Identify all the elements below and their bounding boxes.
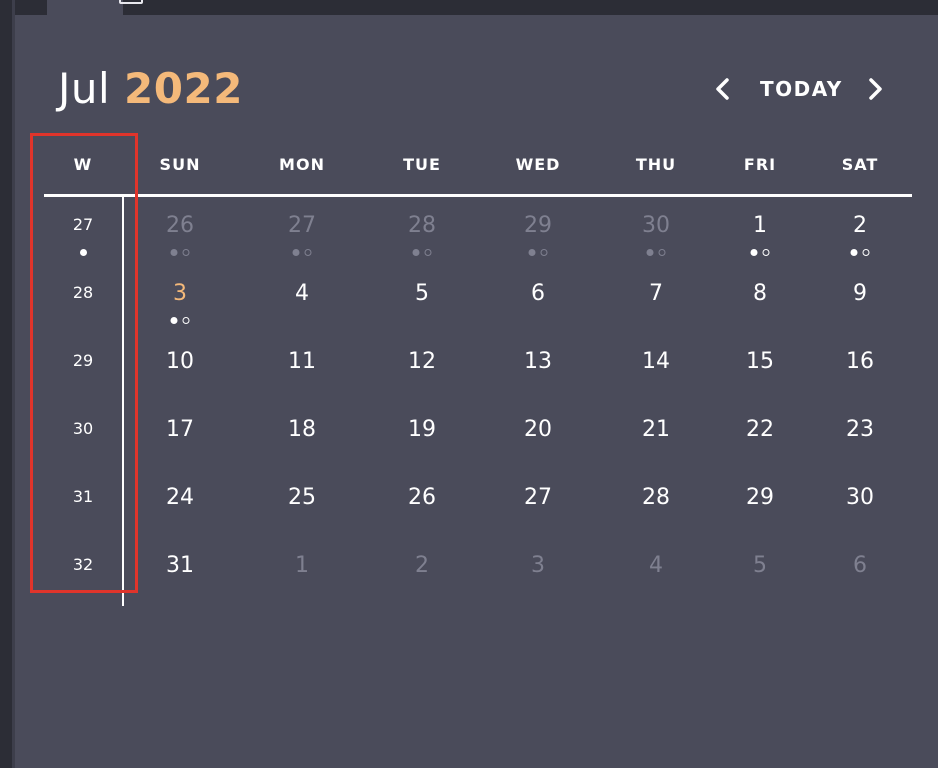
header-wed: WED	[515, 155, 561, 174]
calendar-icon	[119, 0, 143, 4]
day-cell[interactable]: 2	[853, 212, 867, 240]
day-cell-adjacent-month[interactable]: 27	[288, 212, 316, 240]
day-cell[interactable]: 29	[746, 484, 774, 512]
event-indicator	[170, 249, 190, 256]
day-cell[interactable]: 13	[524, 348, 552, 376]
event-indicator	[528, 249, 548, 256]
day-cell[interactable]: 5	[415, 280, 429, 308]
day-cell[interactable]: 23	[846, 416, 874, 444]
day-cell[interactable]: 1	[753, 212, 767, 240]
event-dot-hollow	[762, 249, 770, 256]
day-cell[interactable]: 26	[408, 484, 436, 512]
day-cell-adjacent-month[interactable]: 5	[753, 552, 767, 580]
day-cell[interactable]: 27	[524, 484, 552, 512]
sidebar-edge	[0, 0, 12, 768]
event-dot-filled	[528, 249, 536, 256]
header-divider	[44, 194, 912, 197]
day-cell-adjacent-month[interactable]: 28	[408, 212, 436, 240]
event-indicator	[750, 249, 770, 256]
day-cell-adjacent-month[interactable]: 4	[649, 552, 663, 580]
day-cell[interactable]: 20	[524, 416, 552, 444]
day-cell[interactable]: 11	[288, 348, 316, 376]
calendar-tab[interactable]	[47, 0, 143, 16]
event-dot-filled	[170, 317, 178, 324]
day-cell[interactable]: 8	[753, 280, 767, 308]
header-mon: MON	[279, 155, 325, 174]
day-cell[interactable]: 4	[295, 280, 309, 308]
day-cell[interactable]: 12	[408, 348, 436, 376]
event-dot-filled	[750, 249, 758, 256]
day-cell[interactable]: 30	[846, 484, 874, 512]
header-sun: SUN	[159, 155, 201, 174]
day-cell[interactable]: 16	[846, 348, 874, 376]
month-label: Jul	[58, 64, 111, 113]
event-dot-hollow	[862, 249, 870, 256]
header-fri: FRI	[743, 155, 777, 174]
event-dot-hollow	[424, 249, 432, 256]
day-cell[interactable]: 19	[408, 416, 436, 444]
month-year-title: Jul 2022	[58, 60, 243, 118]
header-thu: THU	[635, 155, 677, 174]
day-cell-adjacent-month[interactable]: 2	[415, 552, 429, 580]
event-dot-filled	[646, 249, 654, 256]
day-cell[interactable]: 6	[531, 280, 545, 308]
event-dot-hollow	[182, 317, 190, 324]
event-indicator	[850, 249, 870, 256]
event-indicator	[292, 249, 312, 256]
chevron-right-icon	[869, 78, 882, 100]
event-indicator	[646, 249, 666, 256]
day-cell-adjacent-month[interactable]: 1	[295, 552, 309, 580]
chevron-left-icon	[716, 78, 729, 100]
day-cell[interactable]: 24	[166, 484, 194, 512]
header-sat: SAT	[841, 155, 879, 174]
week-column-highlight	[30, 133, 138, 593]
event-indicator	[412, 249, 432, 256]
event-indicator	[170, 317, 190, 324]
day-cell[interactable]: 31	[166, 552, 194, 580]
today-button[interactable]: TODAY	[760, 76, 843, 102]
day-cell-adjacent-month[interactable]: 3	[531, 552, 545, 580]
event-dot-filled	[292, 249, 300, 256]
header-tue: TUE	[403, 155, 441, 174]
day-cell-adjacent-month[interactable]: 6	[853, 552, 867, 580]
day-cell[interactable]: 15	[746, 348, 774, 376]
day-cell-adjacent-month[interactable]: 29	[524, 212, 552, 240]
day-cell[interactable]: 7	[649, 280, 663, 308]
day-cell-adjacent-month[interactable]: 30	[642, 212, 670, 240]
event-dot-hollow	[658, 249, 666, 256]
sidebar-divider	[12, 0, 15, 768]
year-label: 2022	[124, 64, 243, 113]
day-cell[interactable]: 17	[166, 416, 194, 444]
day-cell[interactable]: 25	[288, 484, 316, 512]
next-month-button[interactable]	[860, 74, 890, 104]
day-cell[interactable]: 9	[853, 280, 867, 308]
event-dot-filled	[170, 249, 178, 256]
event-dot-hollow	[182, 249, 190, 256]
event-dot-filled	[850, 249, 858, 256]
day-cell-today[interactable]: 3	[173, 280, 187, 308]
event-dot-filled	[412, 249, 420, 256]
top-tab-strip	[15, 0, 938, 15]
day-cell[interactable]: 14	[642, 348, 670, 376]
day-cell[interactable]: 22	[746, 416, 774, 444]
event-dot-hollow	[304, 249, 312, 256]
previous-month-button[interactable]	[708, 74, 738, 104]
day-cell-adjacent-month[interactable]: 26	[166, 212, 194, 240]
day-cell[interactable]: 10	[166, 348, 194, 376]
day-cell[interactable]: 21	[642, 416, 670, 444]
day-cell[interactable]: 28	[642, 484, 670, 512]
event-dot-hollow	[540, 249, 548, 256]
day-cell[interactable]: 18	[288, 416, 316, 444]
